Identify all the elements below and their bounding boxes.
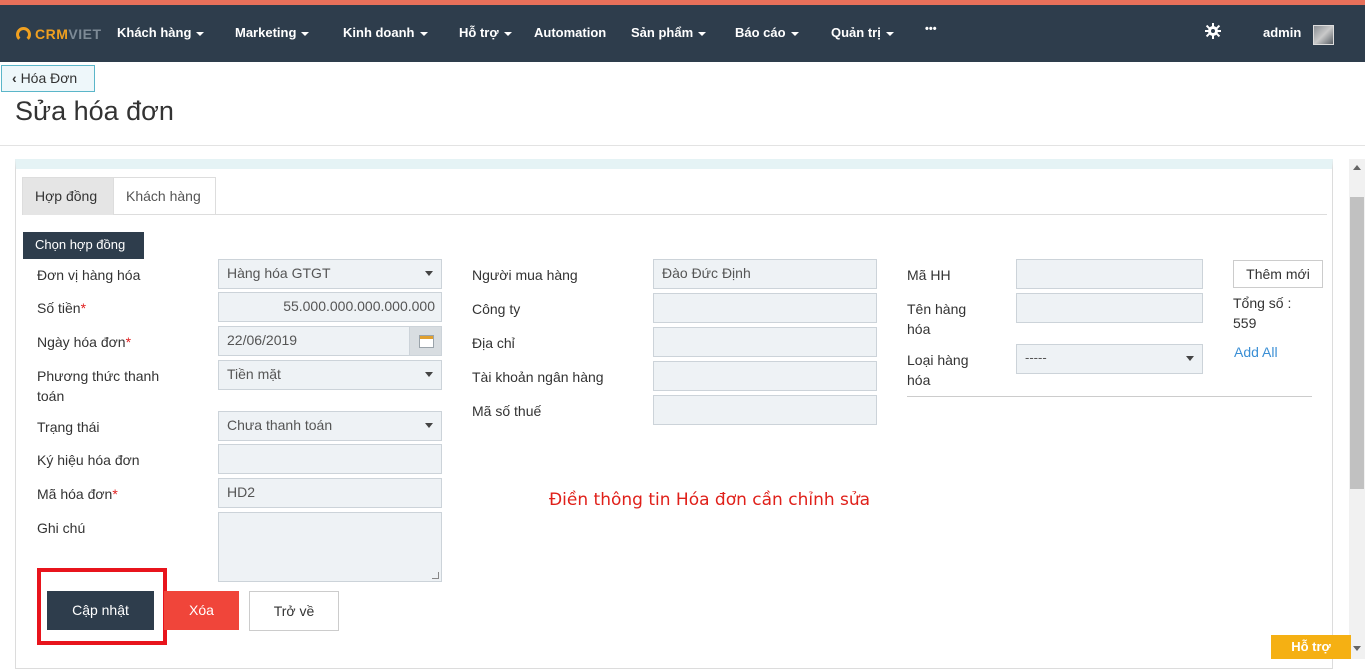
symbol-input[interactable]	[218, 444, 442, 474]
bank-input[interactable]	[653, 361, 877, 391]
user-name[interactable]: admin	[1263, 25, 1301, 40]
gear-icon[interactable]	[1205, 23, 1221, 39]
payment-label: Phương thức thanh toán	[37, 368, 160, 404]
update-button[interactable]: Cập nhật	[47, 591, 154, 630]
caret-down-icon	[885, 31, 894, 36]
choose-contract-button[interactable]: Chọn hợp đồng	[23, 232, 144, 259]
back-to-invoices-button[interactable]: ‹ Hóa Đơn	[1, 65, 95, 92]
status-select[interactable]: Chưa thanh toán	[218, 411, 442, 441]
avatar[interactable]	[1313, 25, 1334, 45]
product-divider	[907, 396, 1312, 397]
note-textarea[interactable]	[218, 512, 442, 582]
nav-khach-hang[interactable]: Khách hàng	[117, 25, 205, 40]
scrollbar-thumb[interactable]	[1350, 197, 1364, 489]
add-all-link[interactable]: Add All	[1234, 344, 1278, 360]
nav-san-pham[interactable]: Sản phẩm	[631, 25, 707, 40]
annotation-note: Điền thông tin Hóa đơn cần chỉnh sửa	[549, 490, 871, 510]
nav-automation[interactable]: Automation	[534, 25, 606, 40]
address-input[interactable]	[653, 327, 877, 357]
product-code-input[interactable]	[1016, 259, 1203, 289]
amount-input[interactable]: 55.000.000.000.000.000	[218, 292, 442, 322]
caret-down-icon	[419, 31, 428, 36]
company-input[interactable]	[653, 293, 877, 323]
logo-text-viet: VIET	[68, 26, 102, 42]
tax-label: Mã số thuế	[472, 403, 542, 419]
product-name-label: Tên hàng hóa	[907, 301, 967, 337]
caret-down-icon	[196, 31, 205, 36]
status-label: Trạng thái	[37, 419, 100, 435]
product-type-label: Loại hàng hóa	[907, 352, 969, 388]
total-count: Tổng số : 559	[1233, 295, 1292, 331]
scroll-down-icon[interactable]	[1353, 646, 1361, 651]
unit-label: Đơn vị hàng hóa	[37, 267, 141, 283]
product-code-label: Mã HH	[907, 267, 951, 283]
note-label: Ghi chú	[37, 520, 86, 536]
symbol-label: Ký hiệu hóa đơn	[37, 452, 140, 468]
caret-down-icon	[301, 31, 310, 36]
nav-more-icon[interactable]: •••	[925, 23, 937, 35]
tab-khach-hang[interactable]: Khách hàng	[113, 177, 216, 215]
add-new-button[interactable]: Thêm mới	[1233, 260, 1323, 288]
product-name-input[interactable]	[1016, 293, 1203, 323]
back-button[interactable]: Trở về	[249, 591, 339, 631]
nav-bao-cao[interactable]: Báo cáo	[735, 25, 799, 40]
code-label: Mã hóa đơn*	[37, 486, 118, 502]
crmviet-logo[interactable]: CRM VIET	[16, 25, 102, 43]
calendar-icon	[419, 335, 434, 348]
buyer-input[interactable]: Đào Đức Định	[653, 259, 877, 289]
date-label: Ngày hóa đơn*	[37, 334, 132, 350]
calendar-button[interactable]	[409, 326, 442, 356]
scroll-up-icon[interactable]	[1353, 165, 1361, 170]
divider	[0, 145, 1365, 146]
scrollbar[interactable]	[1349, 159, 1365, 659]
tab-hop-dong[interactable]: Hợp đồng	[22, 177, 114, 215]
logo-text-crm: CRM	[35, 26, 69, 42]
page-title: Sửa hóa đơn	[15, 96, 174, 126]
back-label: Hóa Đơn	[20, 70, 78, 86]
main-navbar: CRM VIET Khách hàng Marketing Kinh doanh …	[0, 5, 1365, 62]
code-input[interactable]: HD2	[218, 478, 442, 508]
chevron-left-icon: ‹	[12, 70, 17, 86]
support-button[interactable]: Hỗ trợ	[1271, 635, 1351, 659]
logo-ring-icon	[16, 26, 31, 42]
tax-input[interactable]	[653, 395, 877, 425]
buyer-label: Người mua hàng	[472, 267, 578, 283]
nav-ho-tro[interactable]: Hỗ trợ	[459, 25, 512, 40]
company-label: Công ty	[472, 301, 521, 317]
unit-select[interactable]: Hàng hóa GTGT	[218, 259, 442, 289]
nav-marketing[interactable]: Marketing	[235, 25, 310, 40]
payment-select[interactable]: Tiền mặt	[218, 360, 442, 390]
product-type-select[interactable]: -----	[1016, 344, 1203, 374]
date-input[interactable]: 22/06/2019	[218, 326, 410, 356]
resize-grip-icon[interactable]	[432, 572, 439, 579]
bank-label: Tài khoản ngân hàng	[472, 369, 604, 385]
tabs-divider	[22, 214, 1327, 215]
delete-button[interactable]: Xóa	[164, 591, 239, 630]
nav-kinh-doanh[interactable]: Kinh doanh	[343, 25, 428, 40]
caret-down-icon	[790, 31, 799, 36]
nav-quan-tri[interactable]: Quản trị	[831, 25, 894, 40]
amount-label: Số tiền*	[37, 300, 87, 316]
address-label: Địa chỉ	[472, 335, 515, 351]
caret-down-icon	[698, 31, 707, 36]
caret-down-icon	[503, 31, 512, 36]
